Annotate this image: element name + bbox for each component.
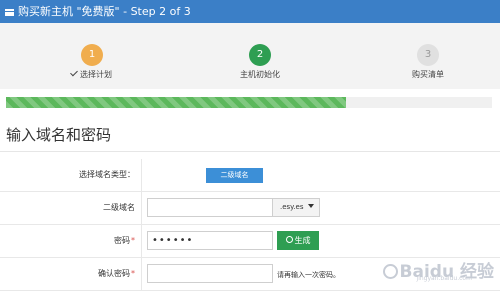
row-divider bbox=[141, 225, 142, 257]
section-title: 输入域名和密码 bbox=[6, 126, 112, 144]
step-3[interactable]: 3 购买清单 bbox=[368, 44, 488, 80]
subdomain-row: 二级域名 .esy.es bbox=[0, 192, 500, 225]
required-mark: * bbox=[131, 269, 135, 278]
step-3-label: 购买清单 bbox=[412, 70, 444, 79]
confirm-password-label: 确认密码 bbox=[98, 269, 130, 278]
generate-password-button[interactable]: 生成 bbox=[277, 231, 319, 250]
required-mark: * bbox=[131, 236, 135, 245]
confirm-password-input[interactable] bbox=[147, 264, 273, 283]
password-input[interactable]: •••••• bbox=[147, 231, 273, 250]
domain-suffix-select[interactable]: .esy.es bbox=[273, 198, 320, 217]
generate-label: 生成 bbox=[294, 236, 311, 245]
domain-suffix-value: .esy.es bbox=[280, 203, 304, 211]
row-divider bbox=[141, 192, 142, 224]
chevron-down-icon bbox=[307, 204, 314, 208]
window-title: 购买新主机 "免费版" - Step 2 of 3 bbox=[18, 5, 191, 18]
watermark-site: jingyan.baidu.com bbox=[416, 275, 472, 282]
subdomain-type-button[interactable]: 二级域名 bbox=[206, 168, 263, 183]
gear-icon bbox=[285, 236, 293, 243]
progress-fill bbox=[6, 97, 347, 108]
password-label: 密码 bbox=[114, 236, 130, 245]
step-1[interactable]: 1 选择计划 bbox=[32, 44, 152, 80]
window-title-bar: 购买新主机 "免费版" - Step 2 of 3 bbox=[0, 0, 500, 23]
progress-bar bbox=[6, 97, 492, 108]
step-2-label: 主机初始化 bbox=[240, 70, 280, 79]
subdomain-input[interactable] bbox=[147, 198, 273, 217]
check-icon bbox=[70, 68, 78, 77]
confirm-password-hint: 请再输入一次密码。 bbox=[277, 271, 340, 279]
password-row: 密码* •••••• 生成 bbox=[0, 225, 500, 258]
confirm-label-wrap: 确认密码* bbox=[98, 268, 135, 279]
domain-type-label: 选择域名类型： bbox=[79, 170, 135, 179]
step-1-label: 选择计划 bbox=[32, 68, 152, 80]
watermark: Baidu 经验 jingyan.baidu.com bbox=[381, 257, 494, 282]
step-2-circle: 2 bbox=[249, 44, 271, 66]
domain-type-row: 选择域名类型： 二级域名 bbox=[0, 159, 500, 192]
step-3-circle: 3 bbox=[417, 44, 439, 66]
paw-icon bbox=[382, 264, 398, 279]
divider bbox=[0, 151, 500, 152]
row-divider bbox=[141, 159, 142, 191]
menu-icon[interactable] bbox=[5, 8, 14, 16]
row-divider bbox=[141, 258, 142, 290]
password-label-wrap: 密码* bbox=[114, 235, 135, 246]
step-indicator: 1 选择计划 2 主机初始化 3 购买清单 bbox=[0, 23, 500, 89]
step-2[interactable]: 2 主机初始化 bbox=[200, 44, 320, 80]
step-1-circle: 1 bbox=[81, 44, 103, 66]
subdomain-label: 二级域名 bbox=[103, 203, 135, 212]
step-1-text: 选择计划 bbox=[80, 70, 112, 79]
